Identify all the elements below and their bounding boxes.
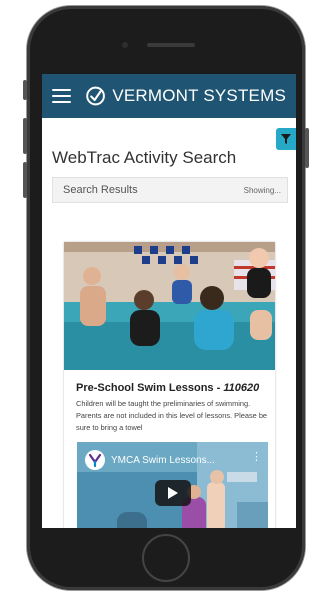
page-title: WebTrac Activity Search (52, 148, 237, 167)
front-camera (122, 42, 128, 48)
channel-avatar[interactable] (85, 450, 105, 470)
mute-switch (23, 80, 27, 100)
showing-count: Showing... (243, 185, 281, 195)
hamburger-icon[interactable] (52, 89, 72, 103)
filter-icon (281, 134, 291, 144)
brand-name: VERMONT SYSTEMS (112, 86, 286, 105)
search-results-label: Search Results (63, 184, 138, 196)
activity-name: Pre-School Swim Lessons - (76, 382, 224, 394)
home-button[interactable] (142, 534, 190, 582)
activity-description: Children will be taught the preliminarie… (76, 399, 268, 432)
power-button (305, 128, 309, 168)
earpiece-speaker (147, 43, 195, 47)
app-bar: VERMONT SYSTEMS (42, 74, 296, 118)
play-icon (168, 487, 178, 499)
search-results-header: Search Results Showing... (52, 177, 288, 203)
phone-frame: VERMONT SYSTEMS WebTrac Activity Search … (23, 6, 309, 590)
play-button[interactable] (155, 480, 191, 506)
vermont-systems-logo-icon (86, 86, 106, 106)
activity-card[interactable]: Pre-School Swim Lessons - 110620 Childre… (64, 242, 275, 528)
video-title[interactable]: YMCA Swim Lessons... (111, 455, 215, 466)
activity-photo[interactable] (64, 242, 275, 370)
screen: VERMONT SYSTEMS WebTrac Activity Search … (42, 74, 296, 528)
volume-up-button (23, 118, 27, 154)
filter-button[interactable] (276, 128, 296, 150)
ymca-logo-icon (88, 453, 102, 467)
activity-title[interactable]: Pre-School Swim Lessons - 110620 (76, 382, 259, 394)
more-vertical-icon[interactable]: ⋮ (251, 452, 262, 463)
volume-down-button (23, 162, 27, 198)
video-embed[interactable]: YMCA Swim Lessons... ⋮ (77, 442, 268, 528)
activity-code: 110620 (223, 382, 260, 394)
